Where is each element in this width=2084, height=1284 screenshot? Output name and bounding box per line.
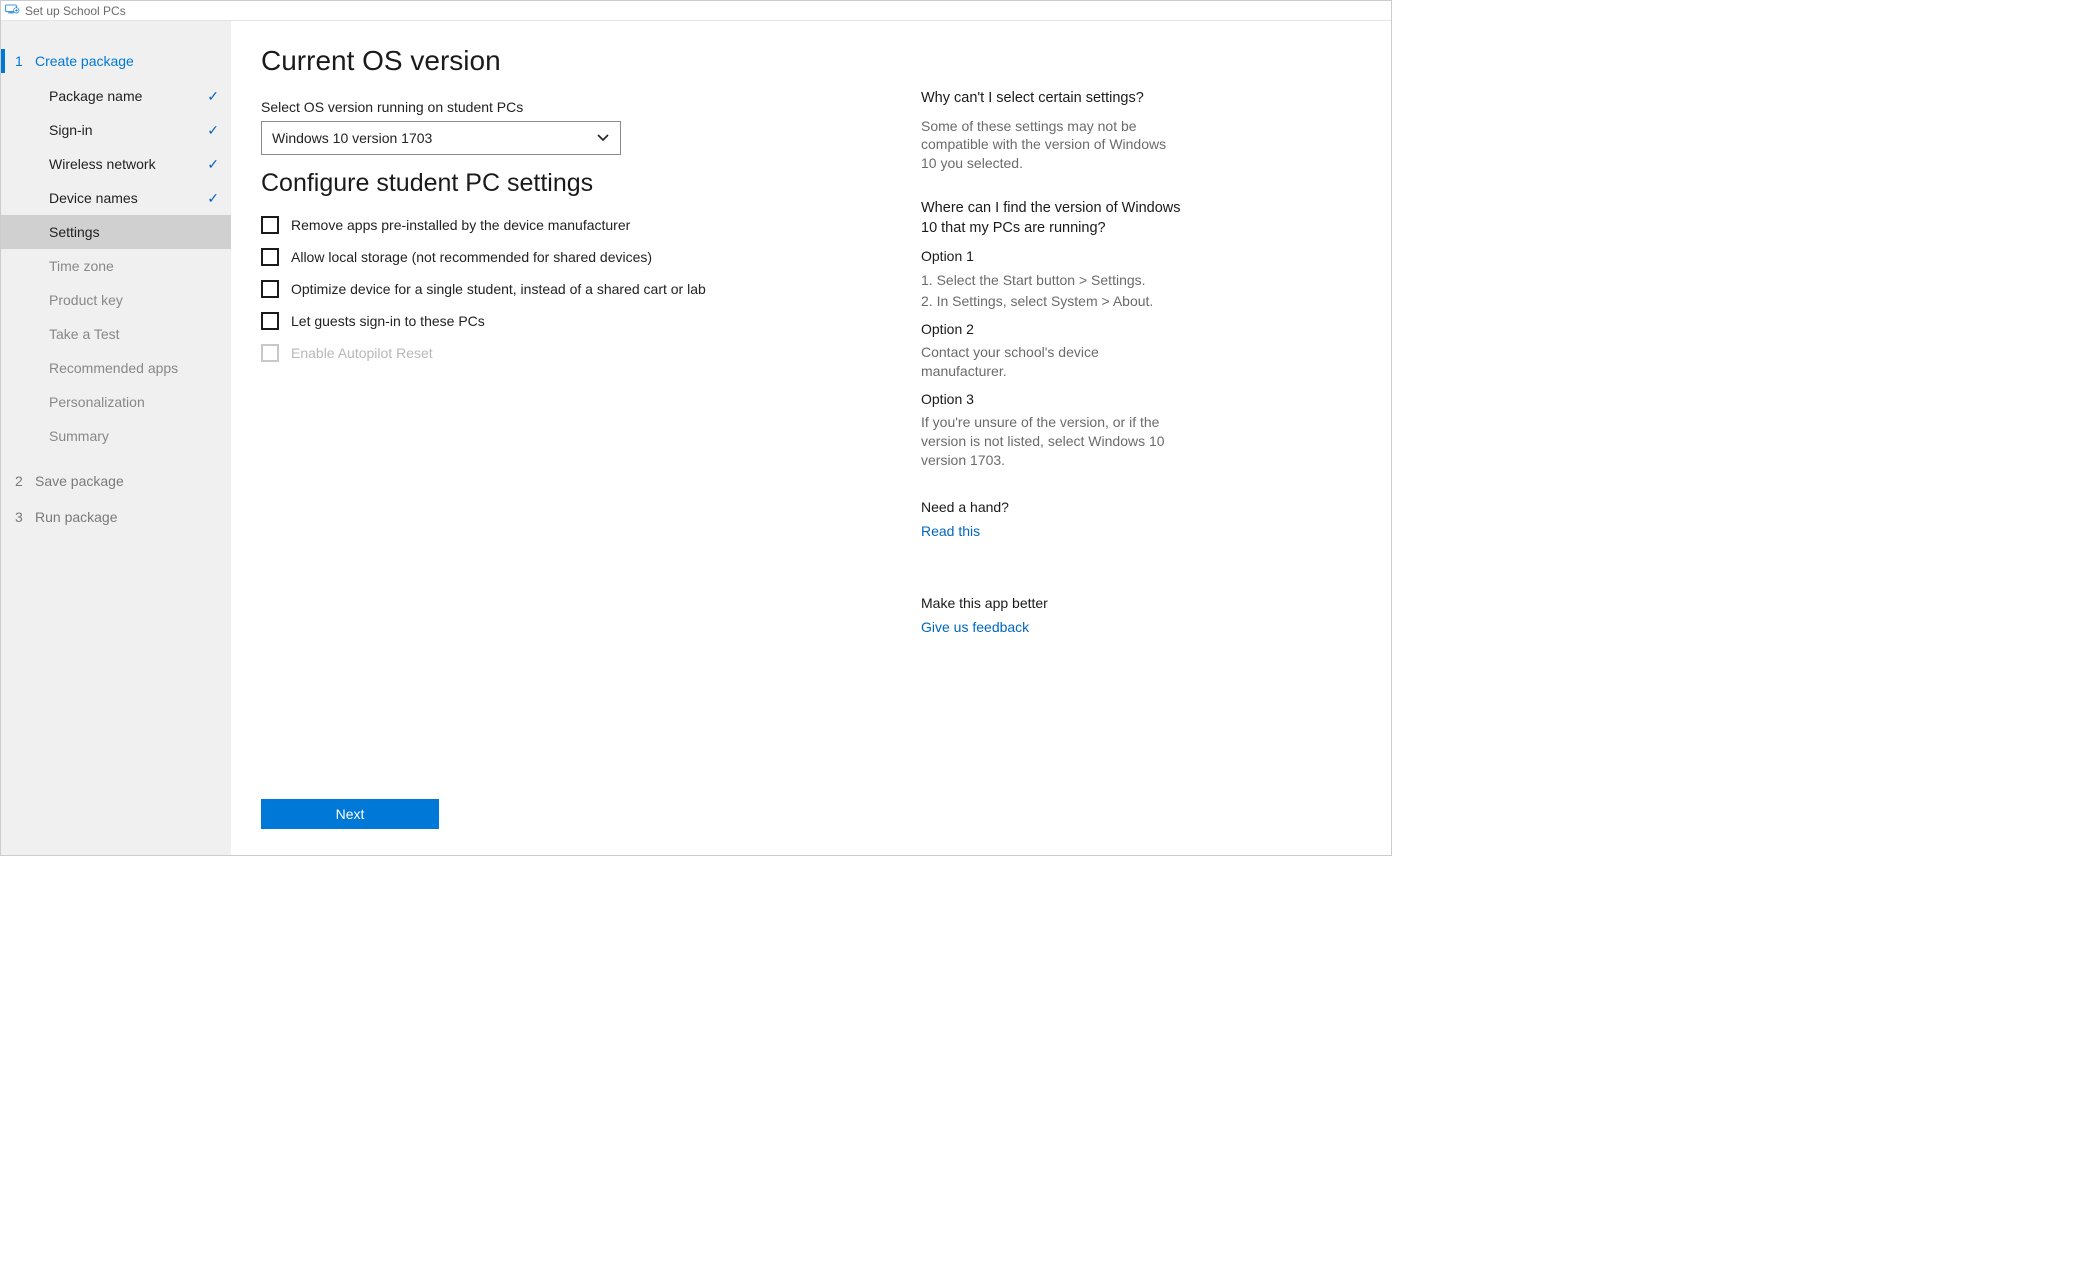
sidebar-item-label: Device names <box>49 190 138 206</box>
help-opt3-text: If you're unsure of the version, or if t… <box>921 413 1181 470</box>
check-icon: ✓ <box>207 122 219 139</box>
step-save-package[interactable]: 2 Save package <box>1 463 231 499</box>
sidebar-item-personalization[interactable]: Personalization <box>1 385 231 419</box>
help-opt1-title: Option 1 <box>921 248 1181 264</box>
help-opt1-steps: 1. Select the Start button > Settings. 2… <box>921 270 1181 311</box>
option-label: Let guests sign-in to these PCs <box>291 313 485 329</box>
help-better-title: Make this app better <box>921 595 1181 611</box>
sidebar-item-label: Recommended apps <box>49 360 178 376</box>
check-icon: ✓ <box>207 88 219 105</box>
help-read-this-link[interactable]: Read this <box>921 523 980 539</box>
sidebar-item-label: Sign-in <box>49 122 93 138</box>
step-label: Create package <box>35 53 134 69</box>
step-number: 1 <box>11 53 35 69</box>
option-label: Enable Autopilot Reset <box>291 345 433 361</box>
sidebar-item-device-names[interactable]: Device names ✓ <box>1 181 231 215</box>
help-opt2-text: Contact your school's device manufacture… <box>921 343 1181 381</box>
main-content: Current OS version Select OS version run… <box>261 45 861 835</box>
app-icon <box>5 3 21 18</box>
option-remove-apps[interactable]: Remove apps pre-installed by the device … <box>261 216 861 234</box>
window-title: Set up School PCs <box>25 4 126 18</box>
os-version-select[interactable]: Windows 10 version 1703 <box>261 121 621 155</box>
heading-current-os: Current OS version <box>261 45 861 77</box>
os-select-label: Select OS version running on student PCs <box>261 99 861 115</box>
help-q2: Where can I find the version of Windows … <box>921 199 1181 238</box>
checkbox[interactable] <box>261 248 279 266</box>
step-number: 3 <box>11 509 35 525</box>
checkbox[interactable] <box>261 312 279 330</box>
step-run-package[interactable]: 3 Run package <box>1 499 231 535</box>
option-label: Allow local storage (not recommended for… <box>291 249 652 265</box>
os-version-value: Windows 10 version 1703 <box>272 130 432 146</box>
check-icon: ✓ <box>207 156 219 173</box>
sidebar: 1 Create package Package name ✓ Sign-in … <box>1 21 231 855</box>
sidebar-item-recommended-apps[interactable]: Recommended apps <box>1 351 231 385</box>
help-a1: Some of these settings may not be compat… <box>921 117 1181 174</box>
option-autopilot-reset: Enable Autopilot Reset <box>261 344 861 362</box>
sidebar-item-label: Take a Test <box>49 326 120 342</box>
sidebar-item-label: Wireless network <box>49 156 156 172</box>
sidebar-item-label: Product key <box>49 292 123 308</box>
option-allow-local-storage[interactable]: Allow local storage (not recommended for… <box>261 248 861 266</box>
step-label: Save package <box>35 473 124 489</box>
step-create-package[interactable]: 1 Create package <box>1 43 231 79</box>
sidebar-item-summary[interactable]: Summary <box>1 419 231 453</box>
sidebar-item-time-zone[interactable]: Time zone <box>1 249 231 283</box>
sidebar-item-take-a-test[interactable]: Take a Test <box>1 317 231 351</box>
sidebar-item-label: Personalization <box>49 394 145 410</box>
help-q1: Why can't I select certain settings? <box>921 89 1181 109</box>
checkbox <box>261 344 279 362</box>
chevron-down-icon <box>596 130 610 147</box>
checkbox[interactable] <box>261 280 279 298</box>
help-opt3-title: Option 3 <box>921 391 1181 407</box>
help-opt2-title: Option 2 <box>921 321 1181 337</box>
titlebar: Set up School PCs <box>1 1 1391 21</box>
option-label: Optimize device for a single student, in… <box>291 281 706 297</box>
step-number: 2 <box>11 473 35 489</box>
checkbox[interactable] <box>261 216 279 234</box>
sidebar-item-package-name[interactable]: Package name ✓ <box>1 79 231 113</box>
sidebar-item-label: Summary <box>49 428 109 444</box>
sidebar-item-label: Time zone <box>49 258 114 274</box>
sidebar-item-sign-in[interactable]: Sign-in ✓ <box>1 113 231 147</box>
next-button-label: Next <box>336 806 365 822</box>
help-feedback-link[interactable]: Give us feedback <box>921 619 1029 635</box>
next-button[interactable]: Next <box>261 799 439 829</box>
option-optimize-single-student[interactable]: Optimize device for a single student, in… <box>261 280 861 298</box>
step-label: Run package <box>35 509 118 525</box>
help-panel: Why can't I select certain settings? Som… <box>921 45 1181 835</box>
option-label: Remove apps pre-installed by the device … <box>291 217 630 233</box>
heading-configure-settings: Configure student PC settings <box>261 169 861 198</box>
sidebar-item-label: Settings <box>49 224 100 240</box>
check-icon: ✓ <box>207 190 219 207</box>
sidebar-item-wireless-network[interactable]: Wireless network ✓ <box>1 147 231 181</box>
sidebar-item-settings[interactable]: Settings <box>1 215 231 249</box>
option-guest-signin[interactable]: Let guests sign-in to these PCs <box>261 312 861 330</box>
sidebar-item-label: Package name <box>49 88 142 104</box>
help-need-title: Need a hand? <box>921 499 1181 515</box>
sidebar-item-product-key[interactable]: Product key <box>1 283 231 317</box>
